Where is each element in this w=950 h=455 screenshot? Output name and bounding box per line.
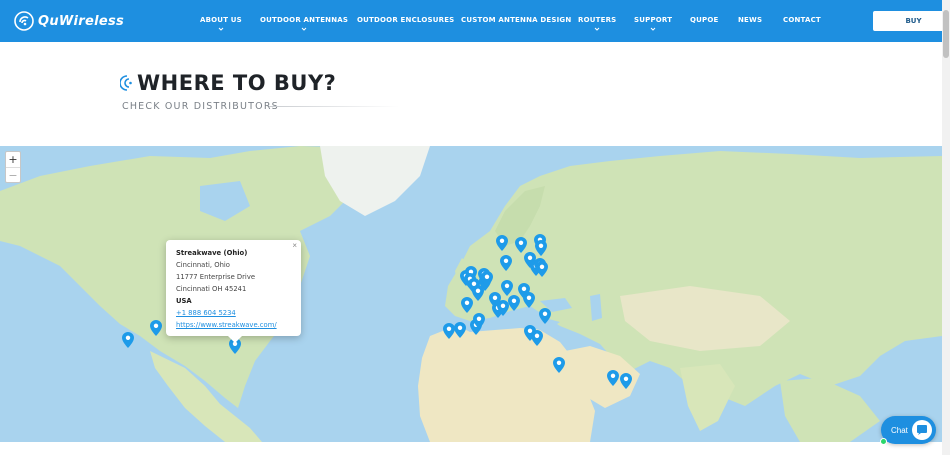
- nav-label: ROUTERS: [578, 16, 617, 24]
- page-subtitle: CHECK OUR DISTRIBUTORS: [122, 101, 279, 112]
- online-status-dot: [880, 438, 887, 445]
- map-pin-icon[interactable]: [523, 292, 535, 308]
- logo-text: QuWireless: [38, 13, 125, 29]
- map-pin-icon[interactable]: [122, 332, 134, 348]
- map-pin-icon[interactable]: [539, 308, 551, 324]
- map-pin-icon[interactable]: [481, 271, 493, 287]
- logo-wifi-icon: [14, 11, 34, 31]
- popup-street: 11777 Enterprise Drive: [176, 273, 256, 281]
- page: QuWireless ABOUT US OUTDOOR ANTENNAS OUT…: [0, 0, 950, 455]
- popup-phone-link[interactable]: +1 888 604 5234: [176, 307, 291, 319]
- popup-country: USA: [176, 297, 192, 305]
- distributor-map[interactable]: + − × Streakwave (Ohio) Cincinnati, Ohio…: [0, 146, 942, 442]
- nav-outdoor-antennas[interactable]: OUTDOOR ANTENNAS: [260, 16, 348, 32]
- chevron-down-icon: [218, 27, 224, 31]
- chat-label: Chat: [891, 425, 908, 435]
- nav-label: QUPOE: [690, 16, 719, 24]
- signal-icon: [120, 75, 132, 91]
- map-pin-icon[interactable]: [454, 322, 466, 338]
- distributor-popup: × Streakwave (Ohio) Cincinnati, Ohio 117…: [166, 240, 301, 343]
- map-pin-icon[interactable]: [501, 280, 513, 296]
- zoom-in-button[interactable]: +: [6, 152, 20, 167]
- map-pin-icon[interactable]: [496, 235, 508, 251]
- zoom-control: + −: [5, 151, 21, 183]
- chat-button[interactable]: Chat: [880, 416, 936, 445]
- nav-label: CUSTOM ANTENNA DESIGN: [461, 16, 572, 24]
- buy-button[interactable]: BUY: [873, 11, 950, 31]
- nav-label: SUPPORT: [634, 16, 673, 24]
- site-header: QuWireless ABOUT US OUTDOOR ANTENNAS OUT…: [0, 0, 950, 42]
- chat-bubble-icon: [912, 420, 932, 440]
- nav-routers[interactable]: ROUTERS: [578, 16, 616, 32]
- map-pin-icon[interactable]: [607, 370, 619, 386]
- logo[interactable]: QuWireless: [14, 11, 124, 31]
- page-scrollbar[interactable]: [942, 0, 950, 455]
- nav-label: NEWS: [738, 16, 763, 24]
- nav-custom-antenna-design[interactable]: CUSTOM ANTENNA DESIGN: [461, 16, 571, 24]
- nav-news[interactable]: NEWS: [738, 16, 762, 24]
- nav-label: CONTACT: [783, 16, 821, 24]
- map-pin-icon[interactable]: [531, 330, 543, 346]
- map-pin-icon[interactable]: [515, 237, 527, 253]
- page-title: WHERE TO BUY?: [137, 71, 337, 95]
- nav-qupoe[interactable]: QUPOE: [690, 16, 719, 24]
- water-caspian: [590, 294, 602, 321]
- map-pin-icon[interactable]: [473, 313, 485, 329]
- popup-website-link[interactable]: https://www.streakwave.com/: [176, 319, 291, 331]
- chevron-down-icon: [594, 27, 600, 31]
- chevron-down-icon: [301, 27, 307, 31]
- subtitle-divider: [269, 106, 399, 107]
- map-pin-icon[interactable]: [536, 261, 548, 277]
- nav-about-us[interactable]: ABOUT US: [200, 16, 242, 32]
- map-pin-icon[interactable]: [553, 357, 565, 373]
- map-pin-icon[interactable]: [150, 320, 162, 336]
- nav-label: ABOUT US: [200, 16, 242, 24]
- land-india: [680, 364, 735, 431]
- land-southeast-asia: [780, 378, 880, 442]
- nav-label: OUTDOOR ANTENNAS: [260, 16, 349, 24]
- zoom-out-button[interactable]: −: [6, 167, 20, 182]
- page-bottom: [0, 442, 950, 455]
- nav-outdoor-enclosures[interactable]: OUTDOOR ENCLOSURES: [357, 16, 454, 24]
- popup-city: Cincinnati, Ohio: [176, 261, 230, 269]
- chevron-down-icon: [650, 27, 656, 31]
- nav-contact[interactable]: CONTACT: [783, 16, 821, 24]
- map-pin-icon[interactable]: [500, 255, 512, 271]
- popup-city-zip: Cincinnati OH 45241: [176, 285, 247, 293]
- land-africa: [418, 322, 595, 442]
- popup-tail: [228, 336, 242, 343]
- nav-support[interactable]: SUPPORT: [634, 16, 672, 32]
- map-pin-icon[interactable]: [535, 240, 547, 256]
- nav-label: OUTDOOR ENCLOSURES: [357, 16, 455, 24]
- map-pin-icon[interactable]: [620, 373, 632, 389]
- popup-close-icon[interactable]: ×: [292, 241, 297, 250]
- hero-section: WHERE TO BUY? CHECK OUR DISTRIBUTORS: [0, 42, 950, 146]
- world-map-base: [0, 146, 942, 442]
- popup-distributor-name: Streakwave (Ohio): [176, 249, 248, 257]
- scrollbar-thumb[interactable]: [943, 10, 949, 58]
